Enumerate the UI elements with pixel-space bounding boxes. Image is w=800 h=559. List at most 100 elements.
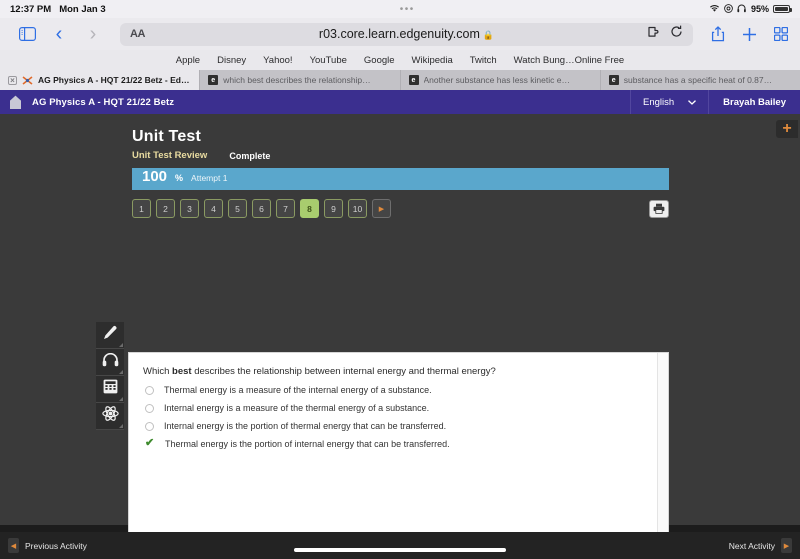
answer-option-label: Thermal energy is the portion of interna… bbox=[165, 439, 450, 449]
question-button-7[interactable]: 7 bbox=[276, 199, 295, 218]
previous-activity-button[interactable]: ◀ Previous Activity bbox=[8, 538, 87, 553]
bookmark-twitch[interactable]: Twitch bbox=[470, 55, 497, 66]
radio-icon[interactable] bbox=[145, 422, 154, 431]
reload-icon[interactable] bbox=[670, 25, 683, 43]
question-button-3[interactable]: 3 bbox=[180, 199, 199, 218]
ios-status-bar: 12:37 PM Mon Jan 3 ••• 95% bbox=[0, 0, 800, 18]
bookmark-yahoo[interactable]: Yahoo! bbox=[263, 55, 292, 66]
home-indicator[interactable] bbox=[294, 548, 506, 552]
battery-percent: 95% bbox=[750, 4, 769, 14]
next-question-button[interactable]: ▶ bbox=[372, 199, 391, 218]
checkmark-icon: ✔ bbox=[145, 437, 155, 449]
tab-strip: × AG Physics A - HQT 21/22 Betz - Edg… e… bbox=[0, 70, 800, 90]
bookmarks-bar: Apple Disney Yahoo! YouTube Google Wikip… bbox=[0, 50, 800, 70]
question-button-1[interactable]: 1 bbox=[132, 199, 151, 218]
status-bar-left: 12:37 PM Mon Jan 3 bbox=[10, 4, 106, 15]
wifi-icon bbox=[709, 4, 720, 15]
close-icon[interactable]: × bbox=[8, 75, 17, 85]
question-button-8[interactable]: 8 bbox=[300, 199, 319, 218]
calculator-tool[interactable] bbox=[96, 376, 124, 403]
question-button-6[interactable]: 6 bbox=[252, 199, 271, 218]
bookmark-wikipedia[interactable]: Wikipedia bbox=[412, 55, 453, 66]
tool-rail bbox=[96, 322, 124, 430]
bookmark-youtube[interactable]: YouTube bbox=[310, 55, 347, 66]
reference-tool[interactable] bbox=[96, 403, 124, 430]
calculator-icon bbox=[103, 379, 118, 399]
browser-tab[interactable]: e substance has a specific heat of 0.87… bbox=[601, 70, 800, 90]
bookmark-disney[interactable]: Disney bbox=[217, 55, 246, 66]
sidebar-icon[interactable] bbox=[12, 27, 42, 41]
app-header-right: English Brayah Bailey bbox=[629, 90, 800, 114]
attempt-label: Attempt 1 bbox=[191, 173, 228, 183]
screen: 12:37 PM Mon Jan 3 ••• 95% ‹ › AA r03.co… bbox=[0, 0, 800, 559]
headphones-icon bbox=[737, 4, 747, 15]
assignment-content: Unit Test Unit Test Review Complete 100 … bbox=[0, 114, 800, 218]
firefox-icon bbox=[22, 75, 33, 86]
course-title: AG Physics A - HQT 21/22 Betz bbox=[32, 96, 175, 108]
user-name[interactable]: Brayah Bailey bbox=[709, 97, 800, 108]
edgenuity-icon: e bbox=[608, 75, 619, 85]
question-card: Which best describes the relationship be… bbox=[128, 352, 669, 559]
chevron-right-icon: ▶ bbox=[781, 538, 792, 553]
new-tab-icon[interactable] bbox=[742, 27, 757, 42]
status-badge: Complete bbox=[229, 150, 271, 161]
language-label: English bbox=[642, 96, 675, 108]
chevron-down-icon bbox=[688, 97, 697, 108]
status-center-dots: ••• bbox=[399, 3, 415, 15]
browser-tab[interactable]: e which best describes the relationship… bbox=[200, 70, 401, 90]
extension-icon[interactable] bbox=[648, 25, 661, 43]
add-button[interactable]: + bbox=[776, 120, 798, 138]
share-icon[interactable] bbox=[711, 26, 725, 42]
lock-icon: 🔒 bbox=[482, 30, 495, 40]
answer-option[interactable]: Internal energy is the portion of therma… bbox=[145, 421, 654, 431]
battery-icon bbox=[773, 5, 792, 13]
edgenuity-icon: e bbox=[408, 75, 419, 85]
edgenuity-icon: e bbox=[208, 75, 219, 85]
assignment-body: + Unit Test Unit Test Review Complete 10… bbox=[0, 114, 800, 559]
bookmark-apple[interactable]: Apple bbox=[176, 55, 200, 66]
browser-tab[interactable]: e Another substance has less kinetic e… bbox=[401, 70, 601, 90]
print-icon[interactable] bbox=[649, 199, 669, 218]
back-button[interactable]: ‹ bbox=[42, 24, 76, 44]
answer-option-label: Thermal energy is a measure of the inter… bbox=[164, 385, 432, 395]
radio-icon[interactable] bbox=[145, 386, 154, 395]
answer-option[interactable]: Internal energy is a measure of the ther… bbox=[145, 403, 654, 413]
tab-label: substance has a specific heat of 0.87… bbox=[623, 75, 773, 85]
bookmark-google[interactable]: Google bbox=[364, 55, 395, 66]
toolbar-actions bbox=[703, 26, 788, 42]
answer-option-label: Internal energy is a measure of the ther… bbox=[164, 403, 430, 413]
activity-nav-bar: ◀ Previous Activity Next Activity ▶ bbox=[0, 532, 800, 559]
assignment-subheader: Unit Test Review Complete bbox=[132, 150, 800, 161]
url-text: r03.core.learn.edgenuity.com bbox=[318, 27, 480, 41]
next-activity-button[interactable]: Next Activity ▶ bbox=[729, 538, 792, 553]
status-date: Mon Jan 3 bbox=[59, 3, 106, 15]
answer-option-selected[interactable]: ✔ Thermal energy is the portion of inter… bbox=[145, 437, 654, 450]
headphones-icon bbox=[102, 352, 119, 372]
address-bar[interactable]: AA r03.core.learn.edgenuity.com 🔒 bbox=[120, 22, 693, 46]
answer-option-label: Internal energy is the portion of therma… bbox=[164, 421, 447, 431]
card-scrollbar[interactable] bbox=[657, 353, 668, 559]
question-button-9[interactable]: 9 bbox=[324, 199, 343, 218]
pencil-icon bbox=[102, 325, 118, 346]
language-selector[interactable]: English bbox=[629, 90, 710, 114]
chevron-left-icon: ◀ bbox=[8, 538, 19, 553]
tab-overview-icon[interactable] bbox=[774, 27, 788, 41]
question-button-2[interactable]: 2 bbox=[156, 199, 175, 218]
home-icon[interactable] bbox=[4, 95, 26, 110]
highlighter-tool[interactable] bbox=[96, 322, 124, 349]
radio-icon[interactable] bbox=[145, 404, 154, 413]
forward-button[interactable]: › bbox=[76, 24, 110, 44]
tab-label: which best describes the relationship… bbox=[223, 75, 371, 85]
question-button-10[interactable]: 10 bbox=[348, 199, 367, 218]
atom-icon bbox=[101, 405, 119, 427]
score-value: 100 bbox=[142, 168, 168, 185]
browser-tab[interactable]: × AG Physics A - HQT 21/22 Betz - Edg… bbox=[0, 70, 201, 90]
focus-icon bbox=[724, 3, 733, 15]
question-button-5[interactable]: 5 bbox=[228, 199, 247, 218]
score-percent-symbol: % bbox=[175, 173, 184, 183]
bookmark-watchbung[interactable]: Watch Bung…Online Free bbox=[514, 55, 625, 66]
audio-tool[interactable] bbox=[96, 349, 124, 376]
answer-option[interactable]: Thermal energy is a measure of the inter… bbox=[145, 385, 654, 395]
score-bar: 100 % Attempt 1 bbox=[132, 168, 669, 190]
question-button-4[interactable]: 4 bbox=[204, 199, 223, 218]
